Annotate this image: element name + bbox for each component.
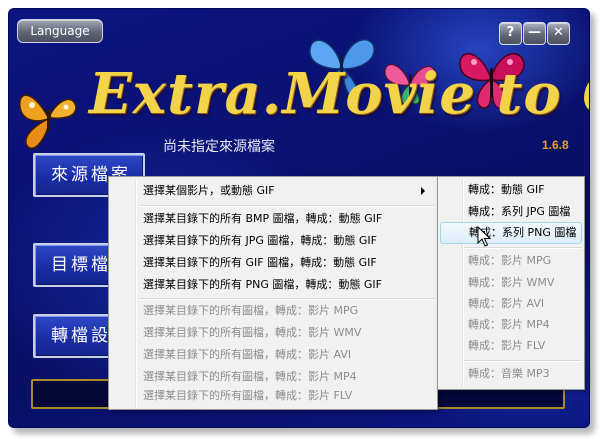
menu-item-images-to-avi: 選擇某目錄下的所有圖檔，轉成：影片 AVI bbox=[143, 348, 352, 361]
menu-item-label: 選擇某個影片，或動態 GIF bbox=[143, 184, 275, 197]
language-button[interactable]: Language bbox=[17, 19, 103, 43]
menu-item-gif-to-gif[interactable]: 選擇某目錄下的所有 GIF 圖檔，轉成：動態 GIF bbox=[111, 252, 435, 274]
submenu-item-to-wmv: 轉成：影片 WMV bbox=[468, 276, 555, 289]
menu-separator bbox=[464, 360, 582, 362]
submenu-item-to-gif[interactable]: 轉成：動態 GIF bbox=[440, 179, 582, 201]
menu-item-bmp-to-gif[interactable]: 選擇某目錄下的所有 BMP 圖檔，轉成：動態 GIF bbox=[111, 208, 435, 230]
menu-item-images-to-flv: 選擇某目錄下的所有圖檔，轉成：影片 FLV bbox=[143, 389, 353, 402]
app-title: Extra.Movie to Gif bbox=[89, 61, 589, 127]
help-button[interactable]: ? bbox=[499, 22, 522, 45]
menu-item-jpg-to-gif[interactable]: 選擇某目錄下的所有 JPG 圖檔，轉成：動態 GIF bbox=[111, 230, 435, 252]
minimize-button[interactable]: — bbox=[523, 22, 546, 45]
submenu-item-to-flv: 轉成：影片 FLV bbox=[468, 339, 546, 352]
butterfly-orange-icon bbox=[19, 94, 77, 150]
source-hint-text: 尚未指定來源檔案 bbox=[163, 139, 275, 155]
version-label: 1.6.8 bbox=[542, 138, 569, 152]
menu-separator bbox=[139, 205, 435, 207]
submenu-item-to-mp4: 轉成：影片 MP4 bbox=[468, 318, 550, 331]
submenu-item-to-mpg: 轉成：影片 MPG bbox=[468, 254, 552, 267]
source-context-menu: 選擇某個影片，或動態 GIF 選擇某目錄下的所有 BMP 圖檔，轉成：動態 GI… bbox=[108, 176, 438, 410]
menu-item-images-to-mpg: 選擇某目錄下的所有圖檔，轉成：影片 MPG bbox=[143, 304, 359, 317]
convert-submenu: 轉成：動態 GIF 轉成：系列 JPG 圖檔 轉成：系列 PNG 圖檔 轉成：影… bbox=[437, 176, 585, 390]
menu-item-png-to-gif[interactable]: 選擇某目錄下的所有 PNG 圖檔，轉成：動態 GIF bbox=[111, 274, 435, 296]
close-button[interactable]: ✕ bbox=[547, 22, 570, 45]
menu-item-images-to-wmv: 選擇某目錄下的所有圖檔，轉成：影片 WMV bbox=[143, 326, 362, 339]
arrow-cursor-icon bbox=[477, 226, 491, 247]
submenu-item-to-avi: 轉成：影片 AVI bbox=[468, 297, 545, 310]
submenu-item-to-png-series[interactable]: 轉成：系列 PNG 圖檔 bbox=[440, 222, 582, 244]
menu-item-select-video[interactable]: 選擇某個影片，或動態 GIF bbox=[111, 180, 435, 202]
submenu-item-to-mp3: 轉成：音樂 MP3 bbox=[468, 367, 550, 380]
submenu-arrow-icon bbox=[421, 187, 425, 195]
submenu-item-to-jpg-series[interactable]: 轉成：系列 JPG 圖檔 bbox=[440, 201, 582, 223]
